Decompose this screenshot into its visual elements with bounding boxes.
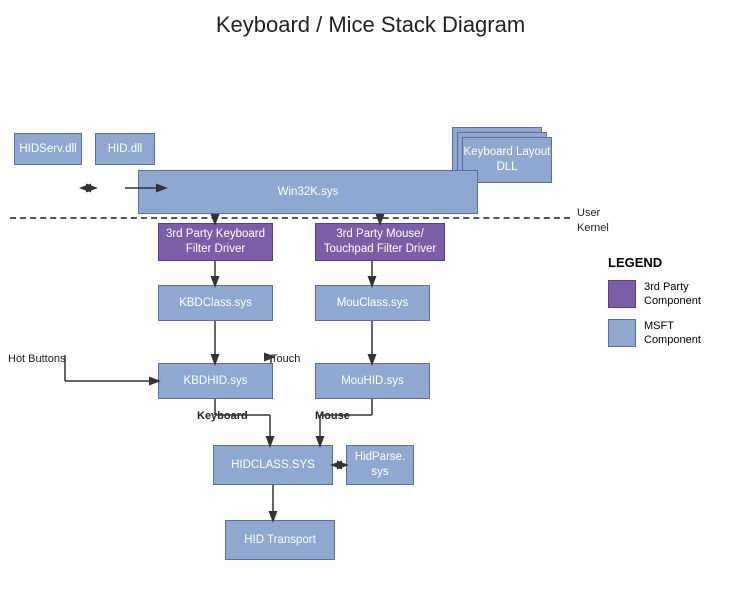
legend-box-3rdparty (608, 280, 636, 308)
hidtransport-label: HID Transport (244, 533, 316, 548)
kbdfilter-label: 3rd Party Keyboard Filter Driver (159, 227, 272, 257)
mouclass-box: MouClass.sys (315, 285, 430, 321)
diagram-area: Keyboard Layout DLL HIDServ.dll HID.dll … (0, 55, 741, 561)
legend-label-3rdparty: 3rd Party Component (644, 280, 728, 309)
hidclass-box: HIDCLASS.SYS (213, 445, 333, 485)
hidparse-label: HidParse. sys (347, 450, 413, 480)
mousefilter-box: 3rd Party Mouse/ Touchpad Filter Driver (315, 223, 445, 261)
kbdhid-box: KBDHID.sys (158, 363, 273, 399)
mouhid-label: MouHID.sys (341, 374, 404, 389)
hidparse-box: HidParse. sys (346, 445, 414, 485)
user-kernel-label: User Kernel (577, 206, 609, 237)
keyboard-label: Keyboard (197, 410, 248, 422)
hidtransport-box: HID Transport (225, 520, 335, 560)
hidserv-label: HIDServ.dll (19, 142, 76, 157)
kbdhid-label: KBDHID.sys (184, 374, 248, 389)
legend-box-msft (608, 319, 636, 347)
touch-label: Touch (271, 353, 300, 365)
hidserv-box: HIDServ.dll (14, 133, 82, 165)
win32k-box: Win32K.sys (138, 170, 478, 214)
win32k-label: Win32K.sys (278, 185, 339, 200)
legend-label-msft: MSFT Component (644, 319, 728, 348)
mouse-label: Mouse (315, 410, 350, 422)
hidclass-label: HIDCLASS.SYS (231, 458, 315, 473)
mouhid-box: MouHID.sys (315, 363, 430, 399)
legend: LEGEND 3rd Party Component MSFT Componen… (608, 255, 728, 357)
legend-item-msft: MSFT Component (608, 319, 728, 348)
legend-title: LEGEND (608, 255, 728, 270)
kbdfilter-box: 3rd Party Keyboard Filter Driver (158, 223, 273, 261)
kbdclass-label: KBDClass.sys (179, 296, 252, 311)
hiddll-label: HID.dll (108, 142, 143, 157)
mousefilter-label: 3rd Party Mouse/ Touchpad Filter Driver (316, 227, 444, 257)
legend-item-3rdparty: 3rd Party Component (608, 280, 728, 309)
page-title: Keyboard / Mice Stack Diagram (0, 0, 741, 38)
mouclass-label: MouClass.sys (337, 296, 409, 311)
hiddll-box: HID.dll (95, 133, 155, 165)
hotbuttons-label: Hot Buttons (8, 353, 65, 365)
boundary-line (10, 217, 570, 219)
kbdclass-box: KBDClass.sys (158, 285, 273, 321)
